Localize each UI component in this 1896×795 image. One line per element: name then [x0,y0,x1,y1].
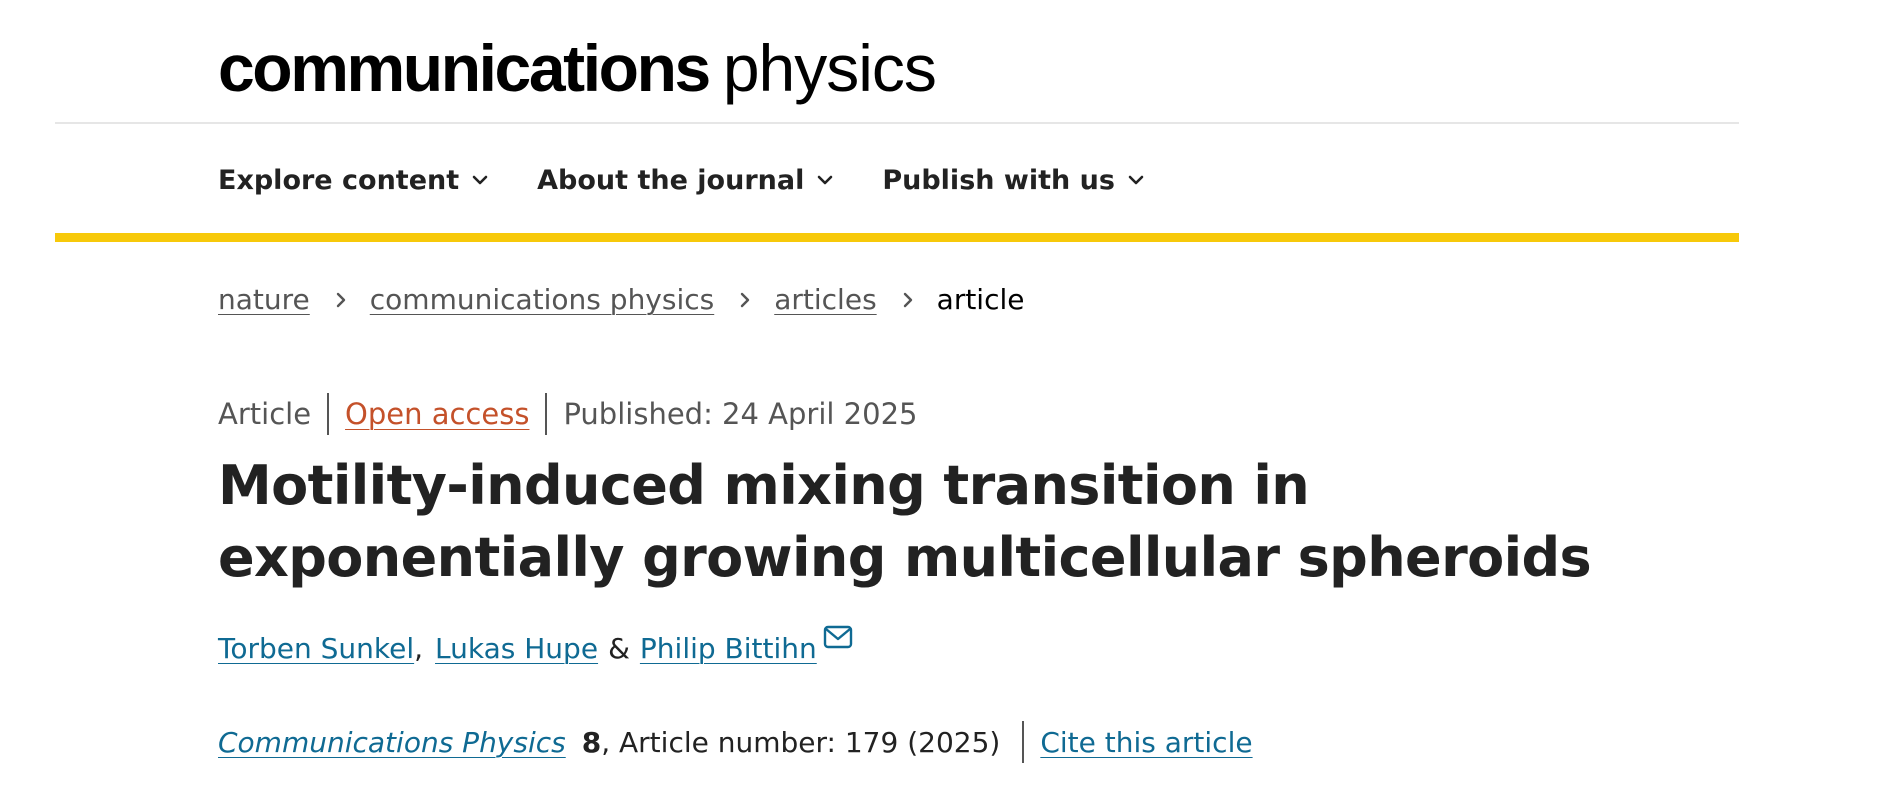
nav-about-journal[interactable]: About the journal [537,165,834,196]
nav-publish-with-us[interactable]: Publish with us [882,165,1145,196]
open-access-link[interactable]: Open access [345,397,529,431]
article-page: communications physics Explore content A… [0,0,1896,795]
journal-link[interactable]: Communications Physics [218,726,566,759]
nav-explore-content[interactable]: Explore content [218,165,489,196]
article-meta: Article Open access Published: 24 April … [218,393,918,435]
author-link[interactable]: Lukas Hupe [435,632,598,665]
cite-article-link[interactable]: Cite this article [1040,726,1252,759]
chevron-right-icon [741,292,750,307]
accent-bar [55,233,1739,242]
breadcrumb-articles[interactable]: articles [774,283,876,316]
author-list: Torben Sunkel , Lukas Hupe & Philip Bitt… [218,625,853,665]
author-link[interactable]: Torben Sunkel [218,632,414,665]
meta-divider [327,393,330,435]
breadcrumb: nature communications physics articles a… [218,283,1024,316]
nav-explore-content-label: Explore content [218,164,460,196]
chevron-down-icon [818,175,833,185]
mail-icon[interactable] [823,625,853,649]
journal-logo[interactable]: communications physics [218,30,937,110]
breadcrumb-communications-physics[interactable]: communications physics [370,283,714,316]
article-number: , Article number: 179 (2025) [601,725,1001,759]
logo-light-text: physics [722,31,937,105]
article-title: Motility-induced mixing transition in ex… [218,454,1592,589]
author-separator: & [608,632,630,665]
chevron-down-icon [1128,175,1144,185]
logo-bold-text: communications [218,31,711,105]
published-date: Published: 24 April 2025 [563,397,918,431]
nav-publish-with-us-label: Publish with us [882,164,1115,196]
breadcrumb-current: article [936,283,1025,316]
main-nav: Explore content About the journal Publis… [218,155,1193,205]
chevron-right-icon [336,292,345,307]
volume-number: 8 [581,725,602,759]
meta-divider [545,393,548,435]
article-type: Article [218,397,312,431]
author-separator: , [414,632,424,665]
chevron-down-icon [472,175,488,185]
citation-divider [1022,721,1025,763]
chevron-right-icon [903,292,912,307]
citation-line: Communications Physics 8 , Article numbe… [218,721,1253,763]
breadcrumb-nature[interactable]: nature [218,283,310,316]
nav-about-journal-label: About the journal [537,164,805,196]
author-link[interactable]: Philip Bittihn [640,632,817,665]
header-divider [55,122,1739,124]
